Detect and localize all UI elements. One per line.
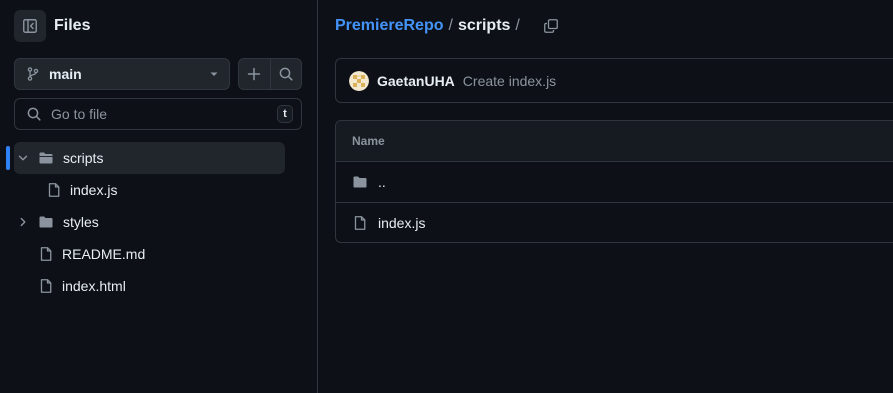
sidebar-collapse-icon [23, 19, 37, 33]
breadcrumb-current-folder: scripts [457, 17, 511, 34]
commit-author-link[interactable]: GaetanUHA [377, 73, 455, 89]
folder-icon [353, 176, 367, 188]
collapse-sidebar-button[interactable] [14, 10, 46, 42]
branch-selector-button[interactable]: main [14, 58, 230, 90]
file-listing-table: Name .. index.js [335, 120, 893, 243]
add-file-button[interactable] [239, 59, 270, 89]
sidebar-title: Files [54, 17, 91, 34]
branch-name: main [49, 66, 82, 82]
user-avatar-identicon [349, 70, 369, 91]
file-icon [40, 279, 52, 293]
search-icon [279, 67, 293, 81]
tree-item-label: index.html [62, 278, 126, 294]
tree-item-readme[interactable]: README.md [38, 238, 285, 270]
column-header-name: Name [352, 134, 385, 148]
tree-item-label: styles [63, 214, 99, 230]
go-to-file-placeholder: Go to file [51, 106, 108, 122]
folder-icon [39, 216, 53, 228]
tree-item-index-html[interactable]: index.html [38, 270, 285, 302]
file-icon [40, 247, 52, 261]
go-to-file-input[interactable]: Go to file t [14, 98, 302, 130]
tree-actions [238, 58, 302, 90]
sidebar-header: Files [14, 10, 90, 42]
commit-message-link[interactable]: Create index.js [463, 73, 556, 89]
chevron-right-icon [20, 217, 26, 227]
caret-down-icon [210, 72, 218, 76]
breadcrumb-separator: / [448, 17, 453, 34]
row-label[interactable]: index.js [378, 215, 425, 231]
copy-icon [543, 19, 558, 33]
copy-path-button[interactable] [539, 14, 563, 38]
git-branch-icon [27, 67, 39, 81]
tree-item-styles[interactable]: styles [14, 206, 285, 238]
tree-item-label: README.md [62, 246, 146, 262]
file-tree-sidebar: Files main Go to file t scripts index.js… [0, 0, 318, 393]
chevron-down-icon [18, 155, 28, 161]
table-header: Name [336, 121, 893, 162]
folder-open-icon [39, 152, 53, 164]
breadcrumb: PremiereRepo / scripts / [335, 14, 563, 38]
breadcrumb-separator: / [515, 17, 520, 34]
tree-item-scripts[interactable]: scripts [14, 142, 285, 174]
search-files-button[interactable] [269, 59, 302, 89]
file-icon [354, 215, 366, 230]
plus-icon [248, 67, 261, 81]
main-content: PremiereRepo / scripts / GaetanUHA Creat… [319, 0, 893, 393]
table-row-index-js[interactable]: index.js [336, 202, 893, 242]
file-icon [48, 183, 60, 197]
keyboard-shortcut-badge: t [277, 105, 293, 123]
row-label[interactable]: .. [378, 174, 386, 190]
latest-commit-box: GaetanUHA Create index.js [335, 58, 893, 103]
table-row-parent-directory[interactable]: .. [336, 162, 893, 202]
tree-item-index-js[interactable]: index.js [46, 174, 285, 206]
active-indicator [6, 146, 10, 170]
tree-item-label: index.js [70, 182, 118, 198]
avatar[interactable] [349, 70, 369, 91]
breadcrumb-repo-link[interactable]: PremiereRepo [335, 17, 444, 35]
search-icon [27, 107, 41, 121]
tree-item-label: scripts [63, 150, 104, 166]
